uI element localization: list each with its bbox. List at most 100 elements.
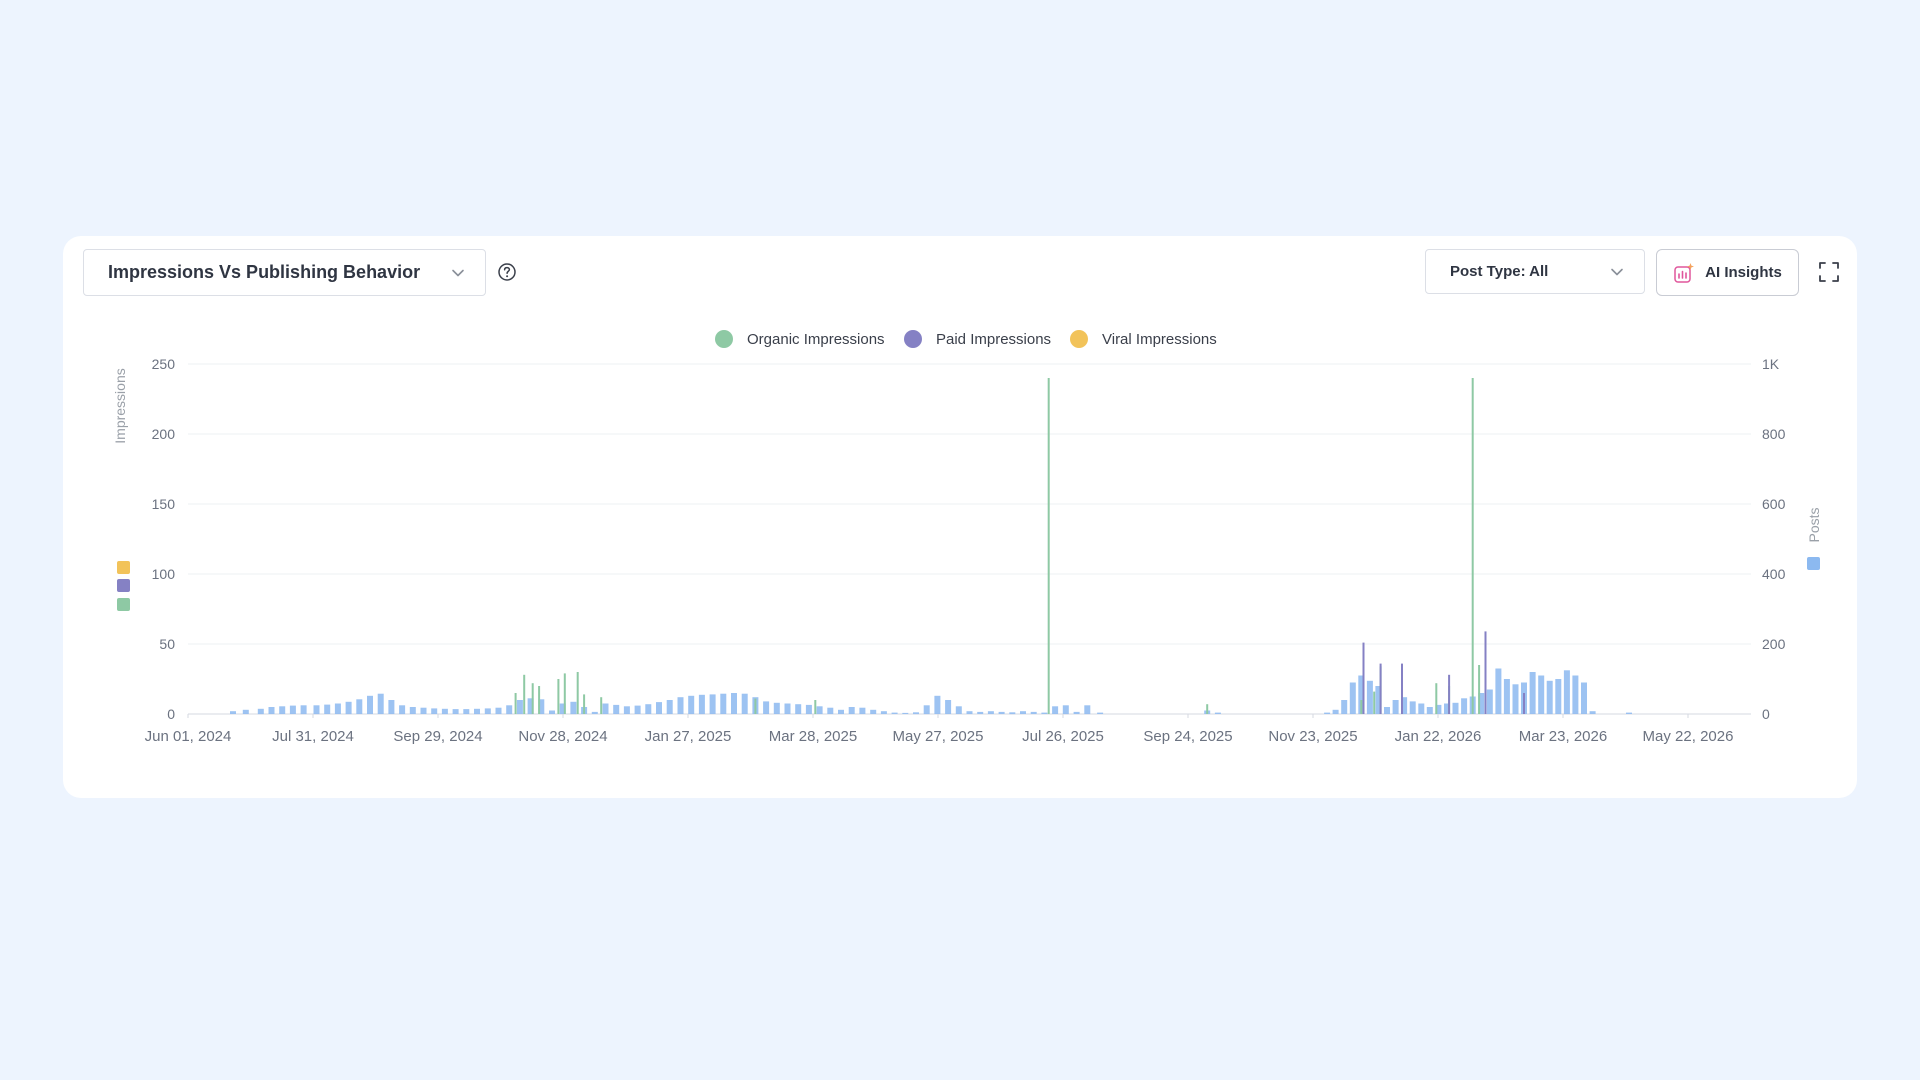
bar-posts [1349, 682, 1356, 714]
x-tick-label: Sep 29, 2024 [393, 728, 482, 745]
bar-organic-impressions [538, 686, 541, 714]
bar-posts [345, 701, 352, 715]
bar-organic-impressions [754, 698, 757, 714]
bar-posts [441, 708, 448, 715]
bar-organic-impressions [557, 679, 560, 714]
bar-organic-impressions [600, 697, 603, 714]
bar-posts [1589, 711, 1596, 714]
bar-posts [1366, 680, 1373, 715]
bar-posts [1486, 689, 1493, 714]
bar-posts [698, 694, 705, 715]
bar-organic-impressions [814, 700, 817, 714]
y-left-tick-label: 250 [152, 356, 176, 372]
y-axis-left-ticks: 0 50 100 150 200 250 [152, 356, 176, 722]
bar-posts [474, 708, 480, 715]
x-tick-label: Jan 22, 2026 [1395, 728, 1482, 745]
bar-posts [506, 705, 513, 715]
y-axis-left-label: Impressions [112, 368, 128, 443]
bar-posts [977, 711, 984, 714]
legend-swatch-viral [117, 561, 130, 574]
bar-posts [268, 707, 275, 714]
bar-posts [1426, 707, 1433, 714]
bar-posts [998, 711, 1005, 714]
bar-organic-impressions [583, 694, 586, 714]
x-tick-label: Jun 01, 2024 [145, 728, 232, 745]
bar-posts [623, 706, 630, 714]
bar-posts [257, 708, 264, 715]
bar-posts [570, 701, 577, 715]
bar-posts [613, 704, 620, 714]
bar-posts [987, 711, 994, 714]
bar-posts [388, 700, 395, 714]
bar-posts [420, 707, 427, 714]
bar-posts [870, 709, 877, 714]
bar-posts [1392, 700, 1399, 714]
bar-posts [334, 703, 341, 714]
bar-posts [377, 693, 384, 714]
x-tick-label: Jul 31, 2024 [272, 728, 354, 745]
bar-posts [1324, 712, 1331, 714]
bar-paid-impressions [1523, 693, 1525, 714]
legend-item-organic[interactable]: Organic Impressions [715, 330, 885, 348]
legend-item-paid[interactable]: Paid Impressions [904, 330, 1051, 348]
chart-legend: Organic Impressions Paid Impressions Vir… [715, 330, 1217, 348]
y-axis-right-ticks: 0 200 400 600 800 1K [1762, 356, 1786, 722]
bar-posts [805, 704, 812, 714]
bar-posts [1503, 679, 1510, 714]
bar-posts [763, 701, 770, 714]
y-left-tick-label: 200 [152, 426, 176, 442]
bar-posts [1461, 698, 1468, 715]
legend-swatch-paid [117, 579, 130, 592]
y-right-tick-label: 800 [1762, 426, 1786, 442]
bar-posts [549, 710, 555, 714]
bar-posts [1073, 711, 1080, 714]
bar-posts [795, 704, 802, 714]
legend-label-paid: Paid Impressions [936, 331, 1051, 348]
y-left-tick-label: 150 [152, 496, 176, 512]
bar-posts [300, 705, 307, 715]
x-tick-label: Nov 28, 2024 [518, 728, 607, 745]
bar-organic-impressions [1047, 378, 1050, 714]
legend-swatch-posts [1807, 557, 1820, 570]
bar-posts [495, 707, 502, 714]
bar-posts [1097, 712, 1104, 714]
y-left-tick-label: 0 [167, 706, 175, 722]
bar-posts [484, 708, 491, 714]
bar-posts [709, 694, 716, 714]
chart-card: Impressions Vs Publishing Behavior Post … [63, 236, 1857, 798]
bar-paid-impressions [1401, 663, 1403, 714]
bar-posts [1009, 712, 1016, 715]
bar-posts [688, 695, 695, 714]
bar-posts [1495, 668, 1502, 714]
bar-posts [591, 711, 598, 714]
x-tick-label: May 27, 2025 [893, 728, 984, 745]
bar-organic-impressions [1206, 704, 1209, 714]
bar-posts [827, 707, 834, 714]
bar-posts [838, 709, 844, 714]
legend-item-viral[interactable]: Viral Impressions [1070, 330, 1217, 348]
bar-posts [645, 704, 652, 714]
bar-posts [1581, 682, 1587, 714]
bar-posts [463, 709, 470, 714]
bar-posts [656, 702, 662, 714]
chart-grid [188, 363, 1751, 715]
bar-posts [409, 707, 416, 714]
bar-posts [1052, 706, 1059, 714]
bar-posts [1626, 712, 1632, 714]
bar-posts [816, 706, 823, 714]
bar-posts [741, 693, 748, 714]
bar-posts [1409, 701, 1416, 714]
bar-posts [1418, 703, 1425, 714]
x-tick-label: Nov 23, 2025 [1268, 728, 1357, 745]
bar-organic-impressions [563, 673, 566, 714]
bar-posts [1563, 670, 1570, 715]
bar-organic-impressions [1360, 700, 1363, 714]
x-axis-ticks: Jun 01, 2024 Jul 31, 2024 Sep 29, 2024 Nov … [145, 714, 1733, 745]
bar-posts [1030, 711, 1037, 714]
y-right-tick-label: 0 [1762, 706, 1770, 722]
bar-posts [1572, 675, 1579, 714]
bar-posts [324, 704, 331, 714]
y-left-tick-label: 50 [159, 636, 175, 652]
bar-posts [1555, 679, 1562, 714]
bar-posts [784, 703, 791, 714]
